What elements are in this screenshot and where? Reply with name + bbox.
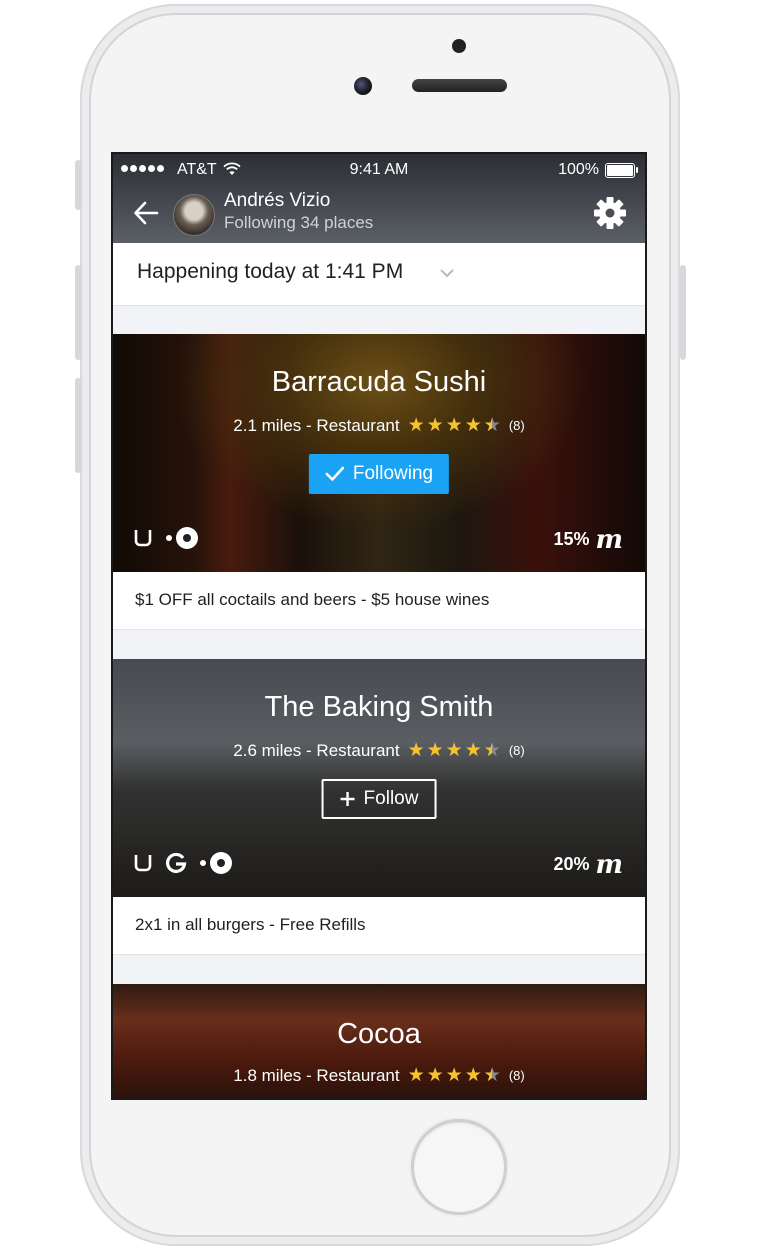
deal-text: $1 OFF all coctails and beers - $5 house… [113, 572, 645, 630]
star-icon: ★ [407, 740, 425, 761]
proximity-sensor [452, 39, 466, 53]
discount-value: 15% [553, 529, 590, 549]
place-card[interactable]: Barracuda Sushi 2.1 miles - Restaurant ★… [113, 334, 645, 630]
front-camera [354, 77, 372, 95]
star-rating: ★ ★ ★ ★ ★ [408, 739, 501, 762]
battery-percentage: 100% [558, 161, 599, 178]
service-icons [133, 851, 233, 875]
place-meta: 1.8 miles - Restaurant ★ ★ ★ ★ ★ (8) [113, 1064, 645, 1087]
home-button[interactable] [411, 1119, 507, 1215]
star-icon: ★ [464, 1065, 482, 1086]
status-bar: AT&T 9:41 AM 100% [113, 160, 645, 182]
discount-badge: 20% m [553, 849, 623, 880]
earpiece-speaker [412, 79, 507, 92]
star-icon: ★ [426, 415, 444, 436]
place-card[interactable]: Cocoa 1.8 miles - Restaurant ★ ★ ★ ★ ★ (… [113, 984, 645, 1098]
checkmark-icon [325, 466, 345, 481]
star-icon: ★ [464, 415, 482, 436]
place-photo: The Baking Smith 2.6 miles - Restaurant … [113, 659, 645, 897]
service-icons [133, 526, 199, 550]
m-logo-icon: m [595, 849, 623, 880]
filter-label: Happening today at 1:41 PM [137, 260, 404, 283]
star-icon: ★ [426, 1065, 444, 1086]
star-rating: ★ ★ ★ ★ ★ [408, 414, 501, 437]
follow-button[interactable]: Follow [321, 779, 437, 819]
place-photo: Cocoa 1.8 miles - Restaurant ★ ★ ★ ★ ★ (… [113, 984, 645, 1098]
app-header: AT&T 9:41 AM 100% Andrés Vizio Following… [113, 154, 645, 243]
star-icon: ★ [445, 740, 463, 761]
power-button[interactable] [680, 265, 686, 360]
date-filter-dropdown[interactable]: Happening today at 1:41 PM [113, 243, 645, 306]
app-screen: AT&T 9:41 AM 100% Andrés Vizio Following… [111, 152, 647, 1100]
deal-text: 2x1 in all burgers - Free Refills [113, 897, 645, 955]
mute-switch[interactable] [75, 160, 81, 210]
rating-count: (8) [508, 418, 525, 433]
place-name: Cocoa [337, 1018, 421, 1050]
uber-icon[interactable] [133, 853, 153, 873]
star-icon: ★ [445, 1065, 463, 1086]
place-photo: Barracuda Sushi 2.1 miles - Restaurant ★… [113, 334, 645, 572]
star-icon: ★ [426, 740, 444, 761]
place-meta: 2.6 miles - Restaurant ★ ★ ★ ★ ★ (8) [113, 739, 645, 762]
rating-count: (8) [508, 1068, 525, 1083]
following-count: Following 34 places [224, 213, 374, 232]
half-star-icon: ★ [484, 414, 501, 437]
volume-down-button[interactable] [75, 378, 81, 473]
distance-category: 1.8 miles - Restaurant [233, 1065, 400, 1085]
place-meta: 2.1 miles - Restaurant ★ ★ ★ ★ ★ (8) [113, 414, 645, 437]
user-name[interactable]: Andrés Vizio [224, 190, 330, 212]
uber-icon[interactable] [133, 528, 153, 548]
half-star-icon: ★ [484, 1064, 501, 1087]
place-card[interactable]: The Baking Smith 2.6 miles - Restaurant … [113, 659, 645, 955]
ride-dot-icon[interactable] [199, 851, 233, 875]
gear-icon[interactable] [593, 196, 627, 230]
rating-count: (8) [508, 743, 525, 758]
google-icon[interactable] [165, 852, 187, 874]
discount-value: 20% [553, 854, 590, 874]
place-name: Barracuda Sushi [271, 366, 487, 398]
star-icon: ★ [407, 415, 425, 436]
volume-up-button[interactable] [75, 265, 81, 360]
star-rating: ★ ★ ★ ★ ★ [408, 1064, 501, 1087]
star-icon: ★ [464, 740, 482, 761]
star-icon: ★ [445, 415, 463, 436]
distance-category: 2.1 miles - Restaurant [233, 415, 400, 435]
half-star-icon: ★ [484, 739, 501, 762]
discount-badge: 15% m [553, 524, 623, 555]
following-button[interactable]: Following [308, 454, 450, 494]
follow-label: Follow [363, 788, 419, 809]
distance-category: 2.6 miles - Restaurant [233, 740, 400, 760]
plus-icon [340, 792, 355, 806]
chevron-down-icon [440, 269, 454, 278]
star-icon: ★ [407, 1065, 425, 1086]
following-label: Following [352, 463, 434, 484]
ride-dot-icon[interactable] [165, 526, 199, 550]
battery-icon [605, 163, 638, 178]
back-arrow-icon[interactable] [133, 200, 159, 226]
avatar[interactable] [173, 194, 215, 236]
m-logo-icon: m [595, 524, 623, 555]
place-name: The Baking Smith [264, 691, 494, 723]
